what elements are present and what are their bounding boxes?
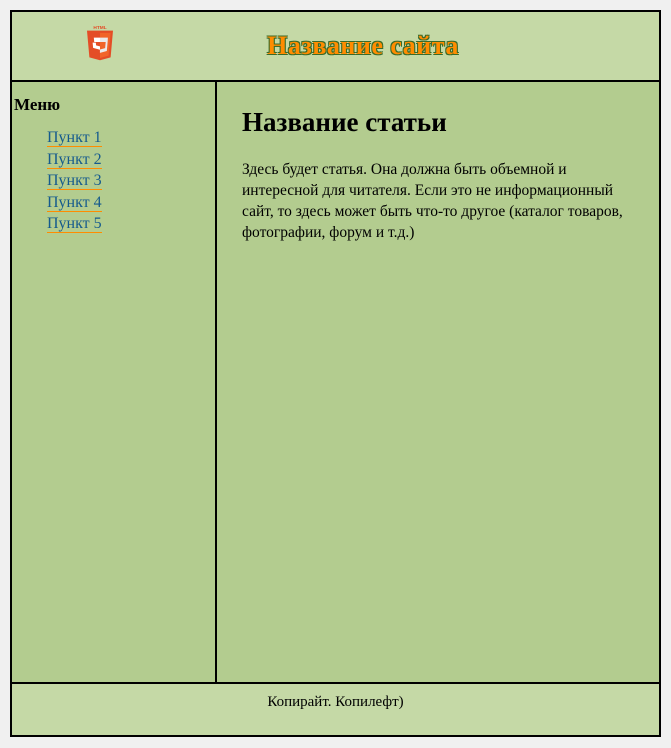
menu-link-4[interactable]: Пункт 4 (47, 194, 102, 212)
menu-item: Пункт 5 (47, 213, 205, 235)
menu-list: Пункт 1 Пункт 2 Пункт 3 Пункт 4 Пункт 5 (47, 127, 205, 235)
article-title: Название статьи (242, 107, 634, 138)
site-header: HTML Название сайта (12, 12, 659, 82)
menu-heading: Меню (14, 95, 205, 115)
menu-item: Пункт 2 (47, 149, 205, 171)
main-content: Название статьи Здесь будет статья. Она … (217, 82, 659, 682)
menu-item: Пункт 3 (47, 170, 205, 192)
sidebar: Меню Пункт 1 Пункт 2 Пункт 3 Пункт 4 Пун… (12, 82, 217, 682)
site-footer: Копирайт. Копилефт) (12, 682, 659, 735)
footer-text: Копирайт. Копилефт) (267, 694, 403, 710)
menu-link-3[interactable]: Пункт 3 (47, 172, 102, 190)
article-body: Здесь будет статья. Она должна быть объе… (242, 160, 634, 244)
html5-icon: HTML (82, 22, 118, 64)
page-container: HTML Название сайта Меню Пункт 1 Пункт 2… (10, 10, 661, 737)
menu-link-1[interactable]: Пункт 1 (47, 129, 102, 147)
body-wrap: Меню Пункт 1 Пункт 2 Пункт 3 Пункт 4 Пун… (12, 82, 659, 682)
svg-text:HTML: HTML (93, 25, 106, 31)
menu-link-5[interactable]: Пункт 5 (47, 215, 102, 233)
menu-item: Пункт 4 (47, 192, 205, 214)
menu-link-2[interactable]: Пункт 2 (47, 151, 102, 169)
menu-item: Пункт 1 (47, 127, 205, 149)
site-title: Название сайта (77, 31, 649, 61)
